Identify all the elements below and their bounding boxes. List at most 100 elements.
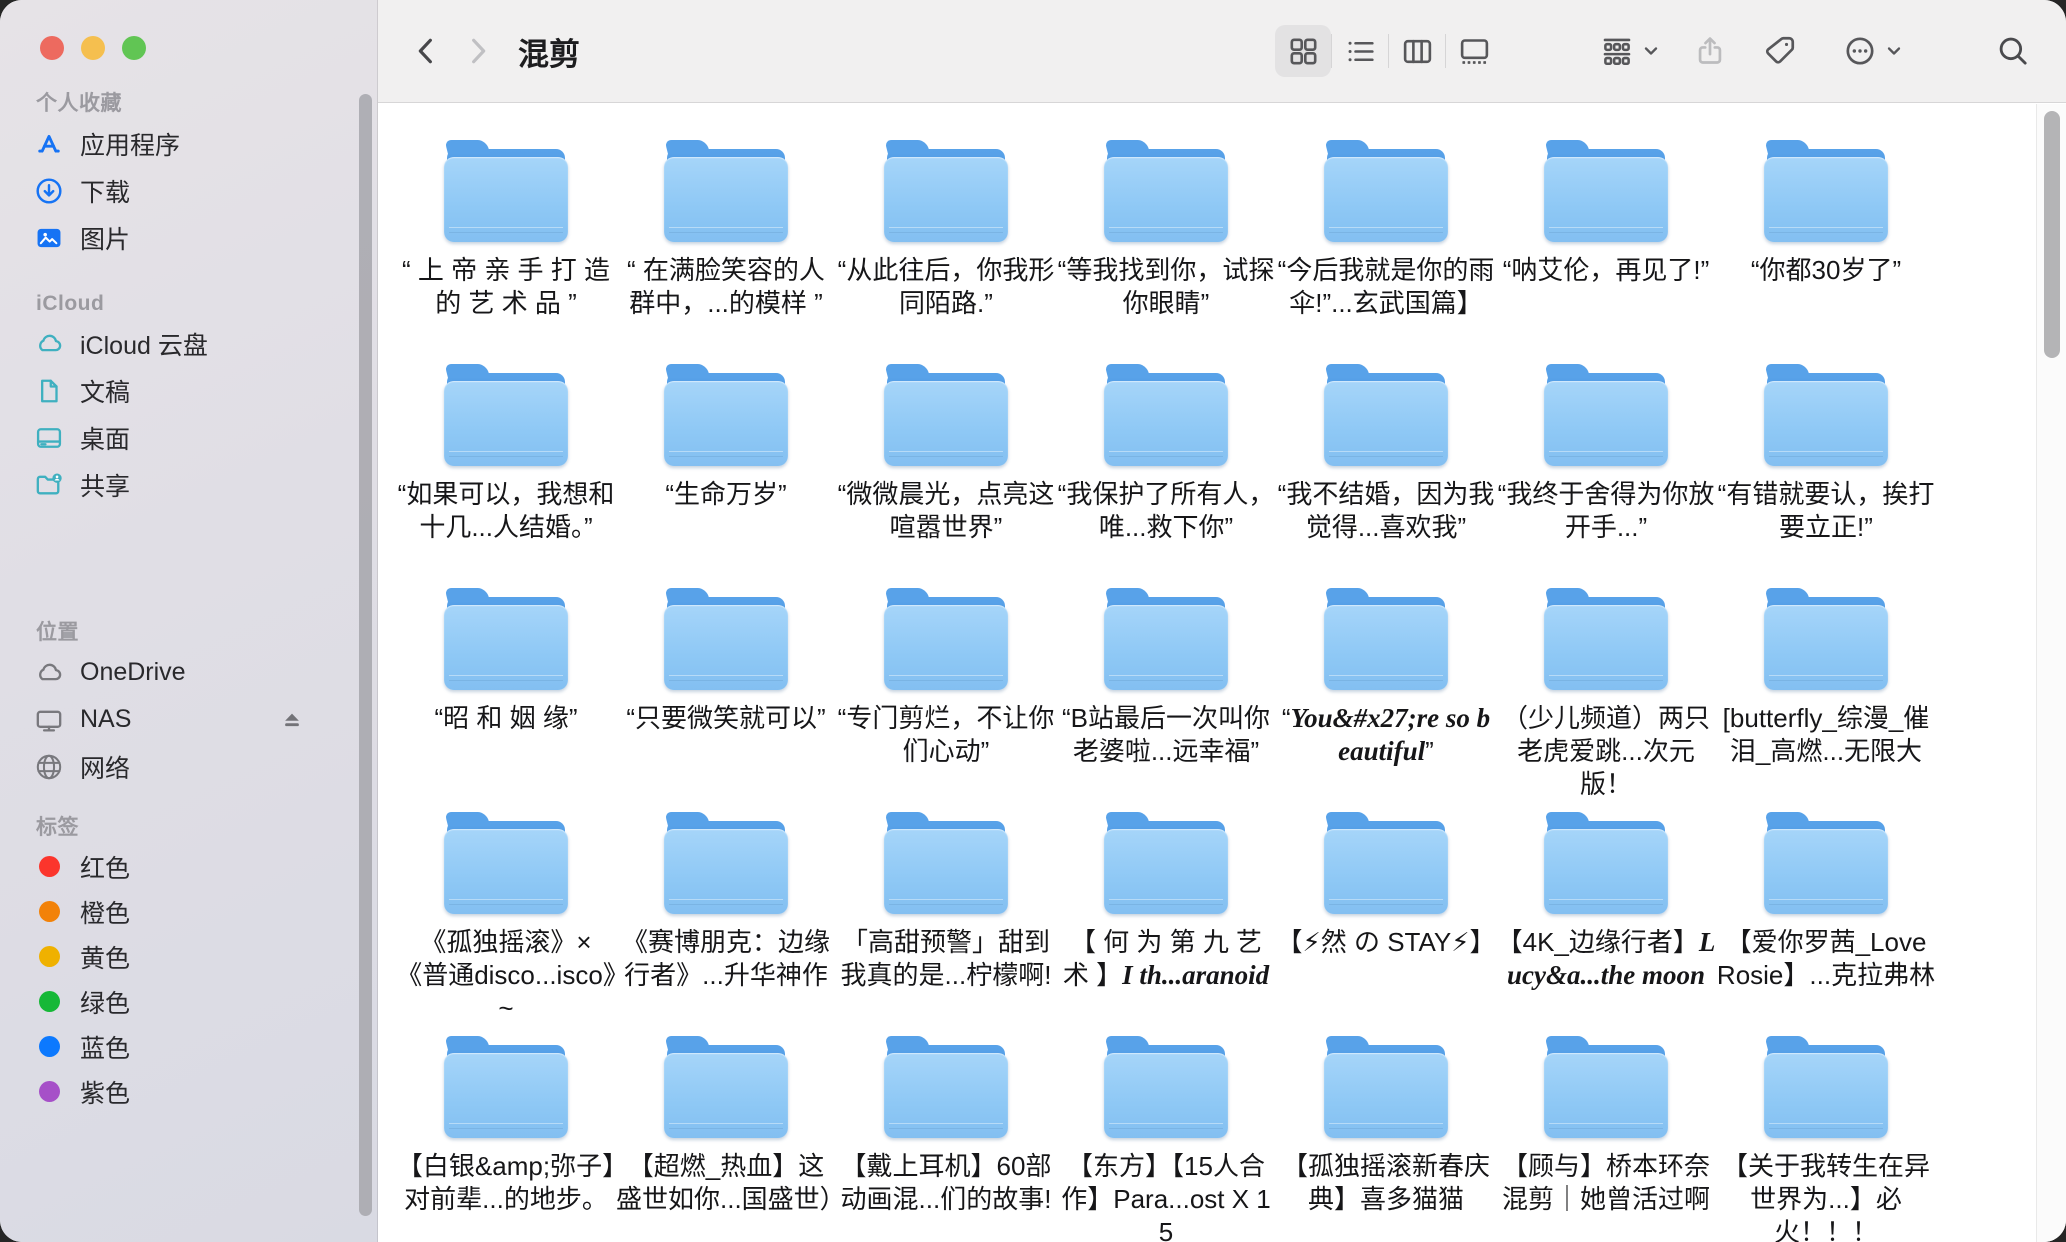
eject-icon[interactable]: [279, 707, 305, 733]
group-button[interactable]: [1598, 25, 1663, 77]
content-scrollbar[interactable]: [2044, 111, 2060, 358]
sidebar-item-tag-blue[interactable]: 蓝色: [0, 1024, 377, 1069]
folder[interactable]: “我保护了所有人，唯...救下你”: [1056, 364, 1276, 588]
folder[interactable]: “微微晨光，点亮这喧嚣世界”: [836, 364, 1056, 588]
sidebar-item-label: 绿色: [80, 984, 130, 1020]
folder-name: 【 何 为 第 九 艺 术 】I th...aranoid: [1056, 926, 1276, 992]
folder[interactable]: “You&#x27;re so beautiful”: [1276, 588, 1496, 812]
close-button[interactable]: [40, 36, 64, 60]
folder[interactable]: “你都30岁了”: [1716, 140, 1936, 364]
folder[interactable]: 【超燃_热血】这盛世如你...国盛世）: [616, 1036, 836, 1242]
tag-dot: [32, 1075, 66, 1109]
folder-icon: [442, 812, 570, 916]
tags-button[interactable]: [1761, 25, 1799, 77]
folder-name: 《孤独摇滚》×《普通disco...isco》~: [396, 926, 616, 1025]
folder[interactable]: 【孤独摇滚新春庆典】喜多猫猫: [1276, 1036, 1496, 1242]
list-view-button[interactable]: [1332, 25, 1388, 77]
folder[interactable]: “我不结婚，因为我觉得...喜欢我”: [1276, 364, 1496, 588]
folder[interactable]: 【顾与】桥本环奈混剪｜她曾活过啊: [1496, 1036, 1716, 1242]
folder[interactable]: 【4K_边缘行者】Lucy&a...the moon: [1496, 812, 1716, 1036]
sidebar-item-downloads[interactable]: 下载: [0, 167, 377, 214]
search-button[interactable]: [1994, 25, 2032, 77]
folder-icon: [442, 588, 570, 692]
folder[interactable]: 「高甜预警」甜到我真的是...柠檬啊!: [836, 812, 1056, 1036]
sidebar-item-documents[interactable]: 文稿: [0, 367, 377, 414]
folder[interactable]: “呐艾伦，再见了!”: [1496, 140, 1716, 364]
gallery-view-button[interactable]: [1446, 25, 1502, 77]
folder-icon: [882, 364, 1010, 468]
chevron-down-icon: [1884, 41, 1904, 61]
folder[interactable]: 【 何 为 第 九 艺 术 】I th...aranoid: [1056, 812, 1276, 1036]
folder[interactable]: 【爱你罗茜_Love Rosie】...克拉弗林: [1716, 812, 1936, 1036]
sidebar-item-nas[interactable]: NAS: [0, 696, 377, 743]
sidebar-item-onedrive[interactable]: OneDrive: [0, 649, 377, 696]
folder[interactable]: “B站最后一次叫你老婆啦...远幸福”: [1056, 588, 1276, 812]
folder[interactable]: “专门剪烂，不让你们心动”: [836, 588, 1056, 812]
folder[interactable]: “只要微笑就可以”: [616, 588, 836, 812]
desktop-icon: [32, 421, 66, 455]
folder[interactable]: “ 上 帝 亲 手 打 造 的 艺 术 品 ”: [396, 140, 616, 364]
sidebar-item-label: NAS: [80, 705, 131, 734]
folder-icon: [1102, 1036, 1230, 1140]
sidebar-item-label: 紫色: [80, 1074, 130, 1110]
folder-name: “ 在满脸笑容的人群中，...的模样 ”: [616, 254, 836, 320]
folder[interactable]: 《孤独摇滚》×《普通disco...isco》~: [396, 812, 616, 1036]
sidebar-item-tag-red[interactable]: 红色: [0, 844, 377, 889]
zoom-button[interactable]: [122, 36, 146, 60]
folder-name: “我保护了所有人，唯...救下你”: [1056, 478, 1276, 544]
folder-icon: [1762, 140, 1890, 244]
folder-icon: [1542, 812, 1670, 916]
folder[interactable]: “昭 和 姻 缘”: [396, 588, 616, 812]
sidebar-item-network[interactable]: 网络: [0, 743, 377, 790]
search-icon: [1996, 34, 2030, 68]
folder[interactable]: “等我找到你，试探你眼睛”: [1056, 140, 1276, 364]
sidebar-item-tag-purple[interactable]: 紫色: [0, 1069, 377, 1114]
folder[interactable]: “生命万岁”: [616, 364, 836, 588]
folder-name: “昭 和 姻 缘”: [396, 702, 616, 735]
folder[interactable]: （少儿频道）两只老虎爱跳...次元版！: [1496, 588, 1716, 812]
folder[interactable]: “ 在满脸笑容的人群中，...的模样 ”: [616, 140, 836, 364]
share-button[interactable]: [1691, 25, 1729, 77]
minimize-button[interactable]: [81, 36, 105, 60]
folder-name: “等我找到你，试探你眼睛”: [1056, 254, 1276, 320]
folder[interactable]: [butterfly_综漫_催泪_高燃...无限大: [1716, 588, 1936, 812]
folder[interactable]: “我终于舍得为你放开手...”: [1496, 364, 1716, 588]
appstore-icon: [32, 127, 66, 161]
sidebar-section-label: 个人收藏: [0, 88, 377, 120]
sidebar-item-applications[interactable]: 应用程序: [0, 120, 377, 167]
sidebar-item-tag-orange[interactable]: 橙色: [0, 889, 377, 934]
sidebar-item-tag-green[interactable]: 绿色: [0, 979, 377, 1024]
folder[interactable]: 【⚡然 の STAY⚡】: [1276, 812, 1496, 1036]
sidebar-item-tag-yellow[interactable]: 黄色: [0, 934, 377, 979]
folder-icon: [1762, 364, 1890, 468]
forward-button[interactable]: [454, 25, 500, 77]
folder-name: 【东方】【15人合作】Para...ost X 15: [1056, 1150, 1276, 1242]
sidebar-item-shared[interactable]: 共享: [0, 461, 377, 508]
column-view-button[interactable]: [1389, 25, 1445, 77]
more-button[interactable]: [1841, 25, 1906, 77]
tag-dot: [32, 985, 66, 1019]
sidebar-item-icloud-drive[interactable]: iCloud 云盘: [0, 320, 377, 367]
folder-name: “专门剪烂，不让你们心动”: [836, 702, 1056, 768]
folder[interactable]: “有错就要认，挨打要立正!”: [1716, 364, 1936, 588]
folder-name: （少儿频道）两只老虎爱跳...次元版！: [1496, 702, 1716, 801]
sidebar-scrollbar[interactable]: [359, 94, 372, 1216]
folder[interactable]: 【白银&amp;弥子】对前辈...的地步。: [396, 1036, 616, 1242]
photo-icon: [32, 221, 66, 255]
folder-icon: [1762, 588, 1890, 692]
folder[interactable]: “今后我就是你的雨伞!”...玄武国篇】: [1276, 140, 1496, 364]
folder[interactable]: 【戴上耳机】60部动画混...们的故事!: [836, 1036, 1056, 1242]
sidebar-item-desktop[interactable]: 桌面: [0, 414, 377, 461]
sidebar-item-pictures[interactable]: 图片: [0, 214, 377, 261]
back-button[interactable]: [404, 25, 450, 77]
globe-icon: [32, 750, 66, 784]
folder[interactable]: “从此往后，你我形同陌路.”: [836, 140, 1056, 364]
folder-grid-area: “ 上 帝 亲 手 打 造 的 艺 术 品 ”“ 在满脸笑容的人群中，...的模…: [378, 104, 2066, 1242]
icon-view-button[interactable]: [1275, 25, 1331, 77]
folder[interactable]: “如果可以，我想和十几...人结婚。”: [396, 364, 616, 588]
folder-icon: [1322, 140, 1450, 244]
folder[interactable]: 【东方】【15人合作】Para...ost X 15: [1056, 1036, 1276, 1242]
folder-icon: [662, 364, 790, 468]
folder[interactable]: 《赛博朋克：边缘行者》...升华神作: [616, 812, 836, 1036]
folder[interactable]: 【关于我转生在异世界为...】必火！！！: [1716, 1036, 1936, 1242]
